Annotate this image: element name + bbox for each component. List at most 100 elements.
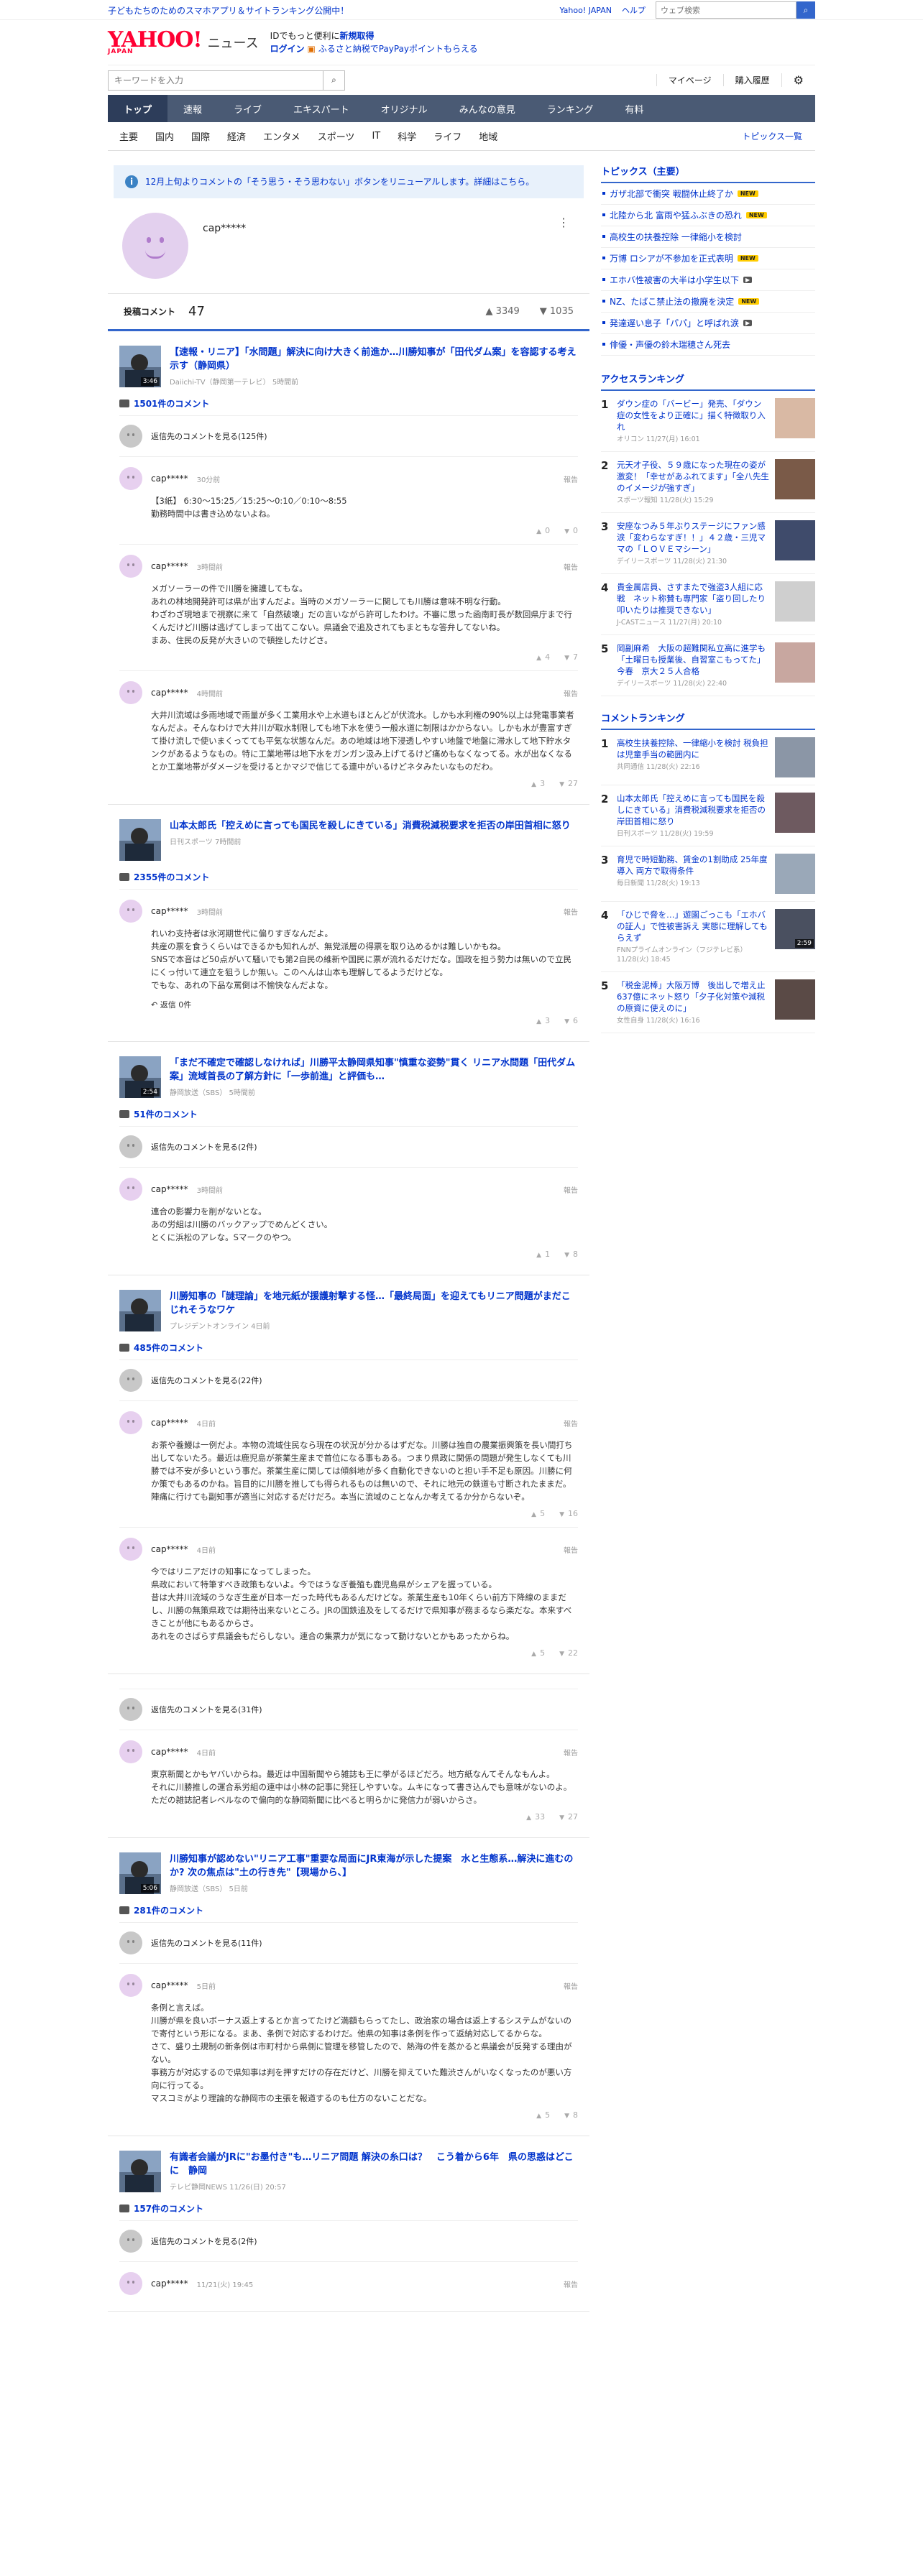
topic-item[interactable]: 発達遅い息子「パパ」と呼ばれ涙 ▶	[601, 313, 815, 334]
article-thumbnail[interactable]	[119, 1290, 161, 1331]
report-link[interactable]: 報告	[564, 1980, 578, 1991]
article-title[interactable]: 有識者会議がJRに"お墨付き"も…リニア問題 解決の糸口は？ こう着から6年 県…	[170, 2151, 578, 2178]
cat-it[interactable]: IT	[363, 131, 389, 142]
comment-count-link[interactable]: 2355件のコメント	[119, 871, 578, 883]
disagree-button[interactable]: 27	[559, 1812, 578, 1822]
article-thumbnail[interactable]	[119, 2151, 161, 2192]
reply-button[interactable]: ↶ 返信 0件	[151, 999, 578, 1010]
article-title[interactable]: 川勝知事が認めない"リニア工事"重要な局面にJR東海が示した提案 水と生態系…解…	[170, 1852, 578, 1880]
more-icon[interactable]: ⋮	[558, 216, 569, 229]
parent-comment-link[interactable]: 返信先のコメントを見る(22件)	[119, 1359, 578, 1400]
ranking-item[interactable]: 2 元天才子役、５９歳になった現在の姿が激変！「幸せがあふれてます」「全八先生のイ…	[601, 452, 815, 513]
nav-tab-expert[interactable]: エキスパート	[277, 95, 365, 122]
agree-button[interactable]: 4	[536, 652, 550, 662]
report-link[interactable]: 報告	[564, 1184, 578, 1195]
disagree-button[interactable]: 0	[564, 526, 578, 535]
cat-economy[interactable]: 経済	[219, 129, 254, 143]
cat-local[interactable]: 地域	[470, 129, 506, 143]
comment-count-link[interactable]: 157件のコメント	[119, 2202, 578, 2215]
agree-button[interactable]: 5	[531, 1648, 545, 1658]
disagree-button[interactable]: 6	[564, 1016, 578, 1025]
disagree-button[interactable]: 27	[559, 779, 578, 788]
nav-tab-top[interactable]: トップ	[108, 95, 168, 122]
report-link[interactable]: 報告	[564, 1544, 578, 1555]
nav-tab-original[interactable]: オリジナル	[365, 95, 444, 122]
article-thumbnail[interactable]: 3:46	[119, 346, 161, 387]
topic-item[interactable]: 万博 ロシアが不参加を正式表明 NEW	[601, 248, 815, 269]
ranking-item[interactable]: 1 高校生扶養控除、一律縮小を検討 税負担は児童手当の範囲内に 共同通信 11/28…	[601, 730, 815, 785]
furusato-link[interactable]: ふるさと納税でPayPayポイントもらえる	[318, 44, 478, 54]
ranking-item[interactable]: 2 山本太郎氏「控えめに言っても国民を殺しにきている」消費税減税要求を拒否の岸田首…	[601, 785, 815, 846]
cat-science[interactable]: 科学	[389, 129, 425, 143]
register-link[interactable]: 新規取得	[339, 31, 374, 41]
ranking-item[interactable]: 5 「税金泥棒」大阪万博 後出しで増え止637億にネット怒り「夕子化対策や減税の原…	[601, 972, 815, 1033]
ranking-item[interactable]: 4 貴金属店員、さすまたで強盗3人組に応戦 ネット称賛も専門家「盗り回したり叩いた…	[601, 574, 815, 635]
report-link[interactable]: 報告	[564, 561, 578, 572]
report-link[interactable]: 報告	[564, 1418, 578, 1428]
disagree-button[interactable]: 22	[559, 1648, 578, 1658]
article-title[interactable]: 「まだ不確定で確認しなければ」川勝平太静岡県知事"慎重な姿勢"貫く リニア水問題…	[170, 1056, 578, 1084]
yahoo-japan-link[interactable]: Yahoo! JAPAN	[559, 6, 612, 15]
help-link[interactable]: ヘルプ	[622, 4, 646, 16]
topic-item[interactable]: NZ、たばこ禁止法の撤廃を決定 NEW	[601, 291, 815, 313]
disagree-button[interactable]: 8	[564, 1250, 578, 1259]
report-link[interactable]: 報告	[564, 474, 578, 484]
cat-world[interactable]: 国際	[183, 129, 219, 143]
agree-button[interactable]: 5	[536, 2110, 550, 2120]
nav-tab-breaking[interactable]: 速報	[167, 95, 218, 122]
parent-comment-link[interactable]: 返信先のコメントを見る(31件)	[119, 1689, 578, 1730]
agree-button[interactable]: 5	[531, 1509, 545, 1518]
topic-item[interactable]: ガザ北部で衝突 戦闘休止終了か NEW	[601, 183, 815, 205]
agree-button[interactable]: 1	[536, 1250, 550, 1259]
disagree-button[interactable]: 7	[564, 652, 578, 662]
parent-comment-link[interactable]: 返信先のコメントを見る(2件)	[119, 1126, 578, 1167]
login-link[interactable]: ログイン	[270, 44, 305, 54]
topic-item[interactable]: エホバ性被害の大半は小学生以下 ▶	[601, 269, 815, 291]
keyword-search-button[interactable]: ⌕	[323, 70, 345, 91]
cat-sports[interactable]: スポーツ	[309, 129, 364, 143]
mypage-link[interactable]: マイページ	[656, 74, 723, 86]
topic-item[interactable]: 北陸から北 富雨や猛ふぶきの恐れ NEW	[601, 205, 815, 226]
ranking-item[interactable]: 3 安座なつみ５年ぶりステージにファン感涙「変わらなすぎ！！」４２歳・三児ママの「…	[601, 513, 815, 574]
comment-count-link[interactable]: 281件のコメント	[119, 1904, 578, 1916]
disagree-button[interactable]: 8	[564, 2110, 578, 2120]
purchase-history-link[interactable]: 購入履歴	[722, 74, 781, 86]
topic-item[interactable]: 俳優・声優の鈴木瑞穂さん死去	[601, 334, 815, 356]
comment-count-link[interactable]: 51件のコメント	[119, 1108, 578, 1120]
cat-entertainment[interactable]: エンタメ	[254, 129, 309, 143]
nav-tab-paid[interactable]: 有料	[609, 95, 659, 122]
cat-domestic[interactable]: 国内	[147, 129, 183, 143]
nav-tab-ranking[interactable]: ランキング	[531, 95, 610, 122]
cat-life[interactable]: ライフ	[425, 129, 470, 143]
article-title[interactable]: 山本太郎氏「控えめに言っても国民を殺しにきている」消費税減税要求を拒否の岸田首相…	[170, 819, 571, 833]
report-link[interactable]: 報告	[564, 906, 578, 917]
ranking-item[interactable]: 3 育児で時短勤務、賃金の1割助成 25年度導入 両方で取得条件 毎日新聞 11/2…	[601, 846, 815, 902]
article-thumbnail[interactable]: 5:06	[119, 1852, 161, 1894]
article-thumbnail[interactable]: 2:54	[119, 1056, 161, 1098]
agree-button[interactable]: 0	[536, 526, 550, 535]
web-search-input[interactable]	[656, 1, 796, 19]
article-title[interactable]: 川勝知事の「謎理論」を地元紙が援護射撃する怪…「最終局面」を迎えてもリニア問題が…	[170, 1290, 578, 1317]
parent-comment-link[interactable]: 返信先のコメントを見る(125件)	[119, 415, 578, 456]
nav-tab-live[interactable]: ライブ	[218, 95, 277, 122]
nav-tab-opinion[interactable]: みんなの意見	[444, 95, 531, 122]
article-thumbnail[interactable]	[119, 819, 161, 861]
cat-main[interactable]: 主要	[108, 129, 147, 143]
yahoo-news-logo[interactable]: YAHOO! JAPAN ニュース	[108, 29, 259, 56]
comment-count-link[interactable]: 485件のコメント	[119, 1342, 578, 1354]
promo-link[interactable]: 子どもたちのためのスマホアプリ＆サイトランキング公開中！	[108, 4, 349, 17]
agree-button[interactable]: 3	[531, 779, 545, 788]
comment-count-link[interactable]: 1501件のコメント	[119, 397, 578, 410]
report-link[interactable]: 報告	[564, 2279, 578, 2289]
parent-comment-link[interactable]: 返信先のコメントを見る(11件)	[119, 1922, 578, 1963]
ranking-item[interactable]: 4 「ひじで脅を…」遊園ごっこも「エホバの証人」で性被害訴え 実態に理解してもらえ…	[601, 902, 815, 972]
keyword-input[interactable]	[108, 70, 323, 91]
topic-item[interactable]: 高校生の扶養控除 一律縮小を検討	[601, 226, 815, 248]
disagree-button[interactable]: 16	[559, 1509, 578, 1518]
agree-button[interactable]: 3	[536, 1016, 550, 1025]
agree-button[interactable]: 33	[526, 1812, 545, 1822]
parent-comment-link[interactable]: 返信先のコメントを見る(2件)	[119, 2220, 578, 2261]
article-title[interactable]: 【速報・リニア】「水問題」解決に向け大きく前進か…川勝知事が「田代ダム案」を容認…	[170, 346, 578, 373]
gear-icon[interactable]: ⚙	[781, 73, 815, 87]
topics-list-link[interactable]: トピックス一覧	[742, 130, 815, 142]
